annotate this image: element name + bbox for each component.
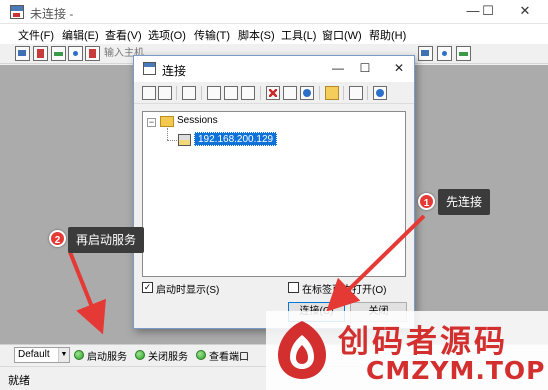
help-icon[interactable] <box>456 46 471 61</box>
menu-window[interactable]: 窗口(W) <box>322 27 362 43</box>
paste-icon[interactable] <box>241 86 255 100</box>
connect-dialog: 连接 — ☐ ✕ − Sessions 192.168.200.129 ✓ 启动… <box>133 55 415 329</box>
menu-options[interactable]: 选项(O) <box>148 27 186 43</box>
status-dot-icon <box>135 350 145 360</box>
properties-icon[interactable] <box>418 46 433 61</box>
status-text: 就绪 <box>8 375 30 387</box>
stop-service-label: 关闭服务 <box>148 351 188 363</box>
toolbar-separator <box>201 86 202 100</box>
maximize-button[interactable]: ☐ <box>473 0 503 24</box>
menu-edit[interactable]: 编辑(E) <box>62 27 99 43</box>
show-on-startup-label: 启动时显示(S) <box>156 285 220 296</box>
start-service-label: 启动服务 <box>87 351 127 363</box>
copy-icon[interactable] <box>224 86 238 100</box>
menu-script[interactable]: 脚本(S) <box>238 27 275 43</box>
status-dot-icon <box>74 350 84 360</box>
quick-connect-icon[interactable] <box>33 46 48 61</box>
toolbar-separator <box>367 86 368 100</box>
menu-view[interactable]: 查看(V) <box>105 27 142 43</box>
callout-connect-first: 先连接 <box>438 189 491 215</box>
menu-bar: 文件(F) 编辑(E) 查看(V) 选项(O) 传输(T) 脚本(S) 工具(L… <box>0 24 548 44</box>
close-button[interactable]: ✕ <box>510 0 540 24</box>
dialog-quick-connect-icon[interactable] <box>158 86 172 100</box>
help-icon[interactable] <box>373 86 387 100</box>
dialog-image-icon[interactable] <box>182 86 196 100</box>
tree-item-session[interactable]: 192.168.200.129 <box>194 132 278 146</box>
toolbar-separator <box>343 86 344 100</box>
dialog-maximize-button[interactable]: ☐ <box>353 58 377 80</box>
stop-service-button[interactable]: 关闭服务 <box>135 348 188 363</box>
dialog-toolbar <box>134 82 414 104</box>
callout-start-service: 再启动服务 <box>68 227 145 253</box>
script-icon[interactable] <box>437 46 452 61</box>
window-title: 未连接 - <box>30 7 74 21</box>
check-port-button[interactable]: 查看端口 <box>196 348 249 363</box>
check-port-label: 查看端口 <box>209 351 249 363</box>
callout-number-2: 2 <box>49 230 66 247</box>
dialog-connect-icon[interactable] <box>142 86 156 100</box>
session-select-value: Default <box>18 349 50 360</box>
session-select[interactable]: Default ▼ <box>14 347 70 363</box>
delete-icon[interactable] <box>266 86 280 100</box>
menu-transfer[interactable]: 传输(T) <box>194 27 230 43</box>
window-titlebar: 未连接 - — ☐ ✕ <box>0 0 548 24</box>
status-dot-icon <box>196 350 206 360</box>
menu-file[interactable]: 文件(F) <box>18 27 54 43</box>
disconnect-icon[interactable] <box>85 46 100 61</box>
toolbar-separator <box>319 86 320 100</box>
start-service-button[interactable]: 启动服务 <box>74 348 127 363</box>
chevron-down-icon[interactable]: ▼ <box>58 348 69 362</box>
cut-icon[interactable] <box>207 86 221 100</box>
dialog-titlebar: 连接 — ☐ ✕ <box>134 56 414 82</box>
tree-collapse-icon[interactable]: − <box>147 118 156 127</box>
connect-icon[interactable] <box>15 46 30 61</box>
properties-icon[interactable] <box>283 86 297 100</box>
dialog-minimize-button[interactable]: — <box>326 58 350 80</box>
connect-in-tab-icon[interactable] <box>51 46 66 61</box>
watermark: 创码者源码 CMZYM.TOP <box>266 311 548 390</box>
watermark-title: 创码者源码 <box>338 324 508 360</box>
callout-number-1: 1 <box>418 193 435 210</box>
toolbar-separator <box>176 86 177 100</box>
desktop-icon[interactable] <box>349 86 363 100</box>
dialog-app-icon <box>143 62 156 75</box>
watermark-logo-icon <box>278 321 326 379</box>
open-in-tab-checkbox[interactable] <box>288 282 299 293</box>
session-tree[interactable]: − Sessions 192.168.200.129 <box>142 111 406 277</box>
tree-connector <box>167 128 168 140</box>
dialog-title: 连接 <box>162 64 187 78</box>
open-in-tab-label: 在标签页中打开(O) <box>302 285 387 296</box>
toolbar-separator <box>260 86 261 100</box>
watermark-domain: CMZYM.TOP <box>366 356 546 385</box>
menu-help[interactable]: 帮助(H) <box>369 27 406 43</box>
show-on-startup-checkbox[interactable]: ✓ <box>142 282 153 293</box>
tree-root-label[interactable]: Sessions <box>177 115 218 126</box>
new-folder-icon[interactable] <box>325 86 339 100</box>
menu-tools[interactable]: 工具(L) <box>281 27 316 43</box>
tree-connector <box>167 140 177 141</box>
dialog-close-button[interactable]: ✕ <box>387 58 411 80</box>
session-host-icon <box>178 134 191 146</box>
folder-icon <box>160 116 174 127</box>
find-icon[interactable] <box>300 86 314 100</box>
app-icon <box>10 5 24 19</box>
reconnect-icon[interactable] <box>68 46 83 61</box>
